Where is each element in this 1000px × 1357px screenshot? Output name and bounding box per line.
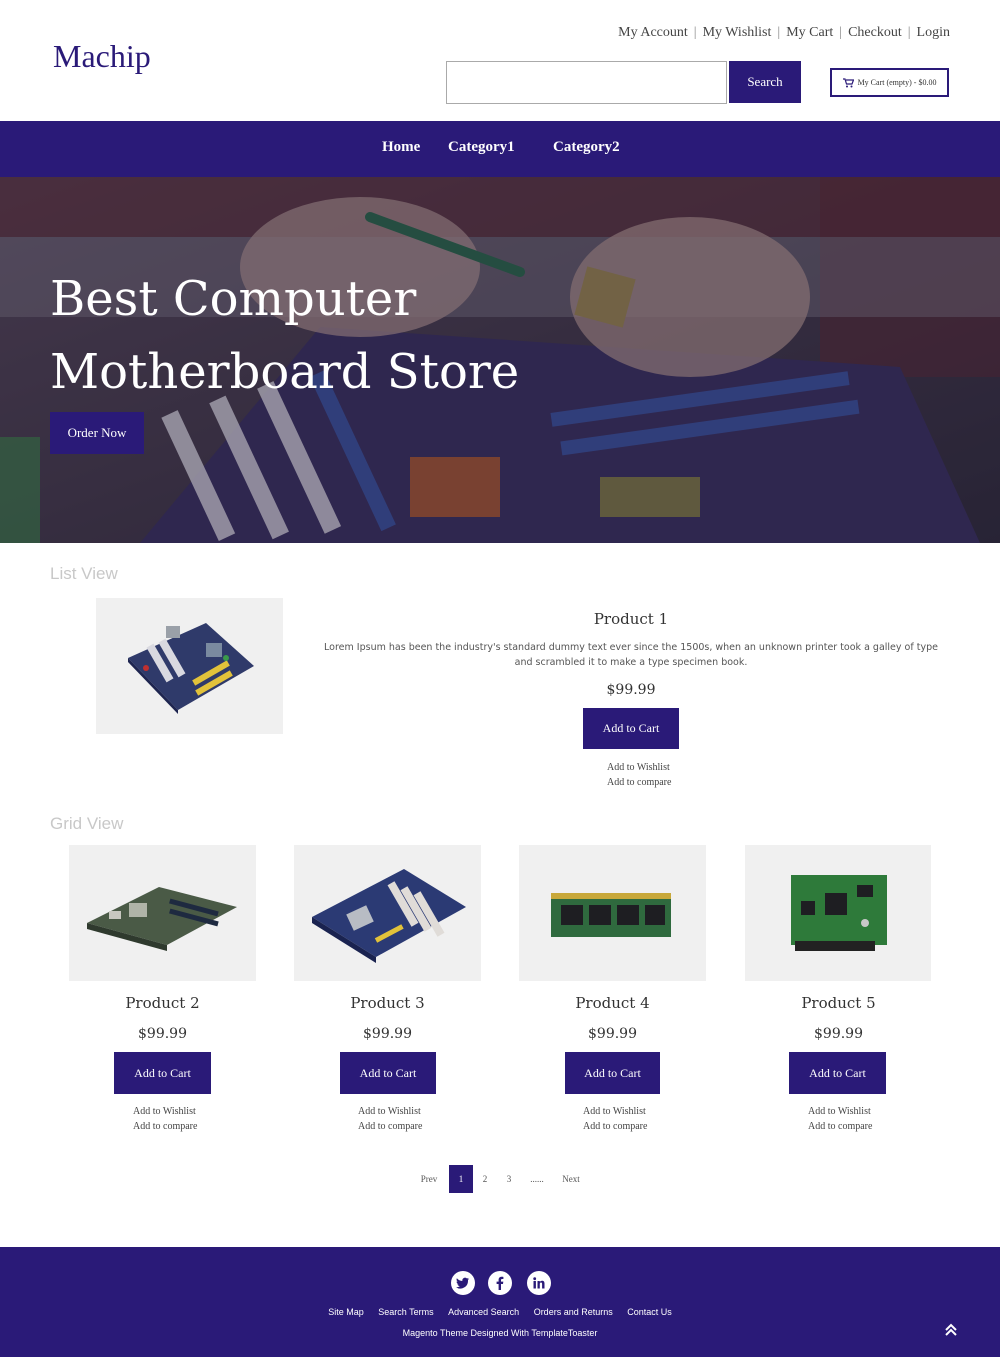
site-logo[interactable]: Machip	[53, 38, 151, 75]
product-title[interactable]: Product 1	[320, 610, 942, 628]
facebook-icon[interactable]	[488, 1271, 512, 1295]
motherboard-image	[128, 623, 254, 714]
add-to-cart-button[interactable]: Add to Cart	[565, 1052, 660, 1094]
grid-view-label: Grid View	[50, 814, 124, 833]
product-price: $99.99	[814, 1026, 863, 1042]
add-to-compare-link[interactable]: Add to compare	[133, 1121, 197, 1132]
nav-item-category2[interactable]: Category2	[553, 139, 620, 156]
site-footer: Site Map Search Terms Advanced Search Or…	[0, 1247, 1000, 1357]
pagination-ellipsis: ......	[530, 1174, 544, 1184]
product-image[interactable]	[69, 845, 256, 981]
my-wishlist-link[interactable]: My Wishlist	[697, 25, 778, 41]
pagination-page-1[interactable]: 1	[449, 1165, 473, 1193]
product-price: $99.99	[138, 1026, 187, 1042]
cart-icon	[842, 77, 854, 87]
contact-us-link[interactable]: Contact Us	[627, 1307, 672, 1317]
search-terms-link[interactable]: Search Terms	[378, 1307, 433, 1317]
mini-cart-label: My Cart (empty) - $0.00	[857, 78, 937, 87]
add-to-compare-link[interactable]: Add to compare	[808, 1121, 872, 1132]
add-to-wishlist-link[interactable]: Add to Wishlist	[607, 762, 670, 773]
add-to-cart-button[interactable]: Add to Cart	[789, 1052, 886, 1094]
main-nav: Home Category1 Category2	[0, 121, 1000, 177]
search-input[interactable]	[446, 61, 727, 104]
product-title[interactable]: Product 5	[745, 994, 932, 1012]
hero-title-line2: Motherboard Store	[50, 344, 520, 400]
nav-item-home[interactable]: Home	[382, 139, 420, 156]
advanced-search-link[interactable]: Advanced Search	[448, 1307, 519, 1317]
list-view-label: List View	[50, 564, 118, 583]
login-link[interactable]: Login	[911, 25, 950, 41]
hero-banner: Best Computer Motherboard Store Order No…	[0, 177, 1000, 543]
my-account-link[interactable]: My Account	[612, 25, 694, 41]
hero-title-line1: Best Computer	[50, 271, 417, 327]
nav-item-category1[interactable]: Category1	[448, 139, 515, 156]
pagination-next[interactable]: Next	[558, 1165, 584, 1193]
pagination-page-3[interactable]: 3	[502, 1165, 516, 1193]
product-image[interactable]	[96, 598, 283, 734]
checkout-link[interactable]: Checkout	[842, 25, 908, 41]
product-title[interactable]: Product 3	[294, 994, 481, 1012]
ram-module-image	[551, 893, 671, 937]
footer-links: Site Map Search Terms Advanced Search Or…	[0, 1307, 1000, 1317]
pagination-prev[interactable]: Prev	[417, 1165, 441, 1193]
add-to-wishlist-link[interactable]: Add to Wishlist	[133, 1106, 196, 1117]
product-image[interactable]	[519, 845, 706, 981]
add-to-cart-button[interactable]: Add to Cart	[583, 708, 679, 749]
add-to-wishlist-link[interactable]: Add to Wishlist	[583, 1106, 646, 1117]
twitter-icon[interactable]	[451, 1271, 475, 1295]
add-to-cart-button[interactable]: Add to Cart	[114, 1052, 211, 1094]
add-to-compare-link[interactable]: Add to compare	[607, 777, 671, 788]
orders-and-returns-link[interactable]: Orders and Returns	[534, 1307, 613, 1317]
order-now-button[interactable]: Order Now	[50, 412, 144, 454]
circuit-board-image	[791, 875, 887, 951]
add-to-wishlist-link[interactable]: Add to Wishlist	[808, 1106, 871, 1117]
scroll-to-top-icon[interactable]	[944, 1322, 958, 1341]
hero-title: Best Computer Motherboard Store	[50, 263, 650, 409]
pagination-page-2[interactable]: 2	[478, 1165, 492, 1193]
add-to-compare-link[interactable]: Add to compare	[583, 1121, 647, 1132]
add-to-wishlist-link[interactable]: Add to Wishlist	[358, 1106, 421, 1117]
motherboard-image	[312, 869, 466, 963]
mini-cart-button[interactable]: My Cart (empty) - $0.00	[830, 68, 949, 97]
product-image[interactable]	[294, 845, 481, 981]
list-product-info: Product 1 Lorem Ipsum has been the indus…	[320, 610, 942, 698]
product-description: Lorem Ipsum has been the industry's stan…	[324, 642, 938, 668]
product-price: $99.99	[588, 1026, 637, 1042]
search-button[interactable]: Search	[729, 61, 801, 103]
site-map-link[interactable]: Site Map	[328, 1307, 364, 1317]
motherboard-image	[87, 887, 237, 951]
site-header: Machip My Account | My Wishlist | My Car…	[0, 0, 1000, 121]
pagination: Prev 1 2 3 ...... Next	[0, 1165, 1000, 1193]
product-price: $99.99	[606, 682, 656, 698]
product-title[interactable]: Product 2	[69, 994, 256, 1012]
product-image[interactable]	[745, 845, 931, 981]
linkedin-icon[interactable]	[527, 1271, 551, 1295]
product-title[interactable]: Product 4	[519, 994, 706, 1012]
my-cart-link[interactable]: My Cart	[780, 25, 839, 41]
top-links: My Account | My Wishlist | My Cart | Che…	[612, 25, 950, 41]
footer-credit: Magento Theme Designed With TemplateToas…	[402, 1328, 598, 1338]
product-price: $99.99	[363, 1026, 412, 1042]
add-to-compare-link[interactable]: Add to compare	[358, 1121, 422, 1132]
add-to-cart-button[interactable]: Add to Cart	[340, 1052, 436, 1094]
